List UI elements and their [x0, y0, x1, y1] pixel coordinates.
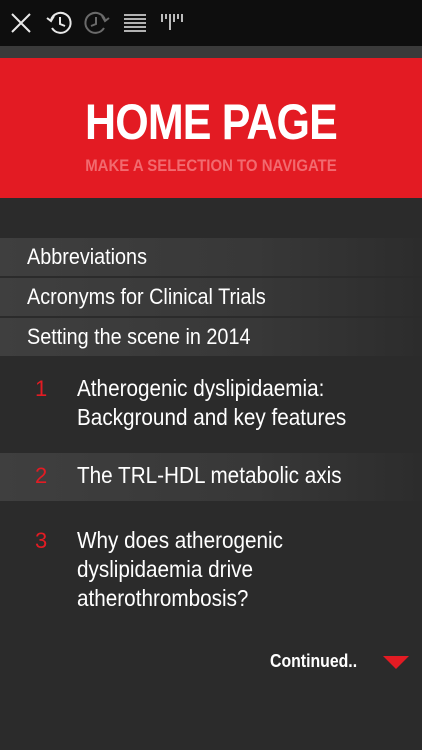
top-toolbar [0, 0, 422, 46]
menu-item-setting-the-scene[interactable]: Setting the scene in 2014 [0, 318, 422, 356]
chapter-item-2[interactable]: 2 The TRL-HDL metabolic axis [0, 453, 422, 501]
continued-label: Continued.. [270, 651, 358, 671]
toolbar-separator [0, 46, 422, 58]
forward-icon[interactable] [82, 8, 112, 38]
menu-item-abbreviations[interactable]: Abbreviations [0, 238, 422, 276]
menu-item-acronyms[interactable]: Acronyms for Clinical Trials [0, 278, 422, 316]
history-icon[interactable] [44, 8, 74, 38]
chapter-title: Atherogenic dyslipidaemia: Background an… [77, 375, 347, 430]
bookmark-icon[interactable] [158, 8, 188, 38]
menu-item-label: Acronyms for Clinical Trials [27, 284, 266, 309]
chapter-item-3[interactable]: 3 Why does atherogenic dyslipidaemia dri… [0, 518, 422, 618]
menu-item-label: Abbreviations [27, 244, 147, 269]
page-title: HOME PAGE [85, 94, 338, 150]
chapter-item-1[interactable]: 1 Atherogenic dyslipidaemia: Background … [0, 366, 422, 442]
continued-button[interactable]: Continued.. [270, 651, 369, 672]
chapter-number: 3 [35, 528, 48, 553]
list-icon[interactable] [120, 8, 150, 38]
chapter-title: Why does atherogenic dyslipidaemia drive… [77, 527, 283, 611]
close-icon[interactable] [6, 8, 36, 38]
chapter-list: 1 Atherogenic dyslipidaemia: Background … [0, 366, 422, 618]
page-header: HOME PAGE MAKE A SELECTION TO NAVIGATE [0, 58, 422, 198]
main-menu: Abbreviations Acronyms for Clinical Tria… [0, 238, 422, 358]
chapter-number: 2 [35, 463, 48, 488]
page-subtitle: MAKE A SELECTION TO NAVIGATE [85, 156, 337, 175]
chapter-title: The TRL-HDL metabolic axis [77, 462, 342, 488]
chevron-down-icon[interactable] [383, 656, 409, 670]
home-page: HOME PAGE MAKE A SELECTION TO NAVIGATE A… [0, 0, 422, 750]
chapter-number: 1 [35, 376, 48, 401]
menu-item-label: Setting the scene in 2014 [27, 324, 251, 349]
